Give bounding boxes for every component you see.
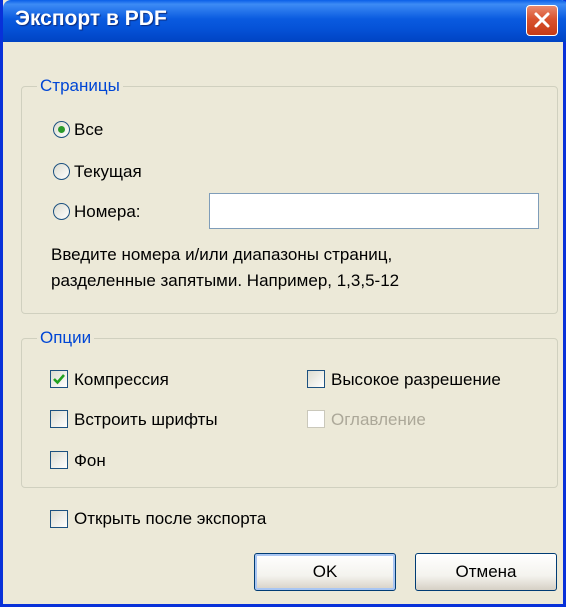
pages-group-legend: Страницы	[37, 76, 123, 96]
high-resolution-checkbox[interactable]	[307, 370, 325, 388]
embed-fonts-checkbox[interactable]	[50, 410, 68, 428]
close-button[interactable]	[526, 5, 558, 36]
radio-all[interactable]	[53, 121, 70, 138]
radio-selected-dot	[58, 126, 65, 133]
window-title: Экспорт в PDF	[15, 7, 167, 30]
compression-label[interactable]: Компрессия	[74, 370, 169, 390]
compression-checkbox[interactable]	[50, 370, 68, 388]
cancel-button[interactable]: Отмена	[415, 553, 557, 591]
radio-numbers-label[interactable]: Номера:	[74, 202, 141, 222]
toc-checkbox	[307, 410, 325, 428]
background-label[interactable]: Фон	[74, 451, 106, 471]
title-bar[interactable]: Экспорт в PDF	[3, 0, 566, 42]
close-icon	[534, 12, 550, 28]
ok-button[interactable]: OK	[254, 553, 396, 591]
high-resolution-label[interactable]: Высокое разрешение	[331, 370, 501, 390]
radio-current[interactable]	[53, 163, 70, 180]
toc-label: Оглавление	[331, 410, 426, 429]
background-checkbox[interactable]	[50, 451, 68, 469]
radio-numbers[interactable]	[53, 203, 70, 220]
radio-current-label[interactable]: Текущая	[74, 162, 142, 182]
options-group-legend: Опции	[37, 328, 95, 348]
open-after-export-label[interactable]: Открыть после экспорта	[74, 509, 266, 529]
open-after-export-checkbox[interactable]	[50, 510, 68, 528]
embed-fonts-label[interactable]: Встроить шрифты	[74, 410, 218, 430]
export-pdf-dialog: Экспорт в PDF Страницы Все Текущая Номер…	[0, 0, 566, 607]
checkmark-icon	[53, 374, 65, 385]
radio-all-label[interactable]: Все	[74, 120, 103, 140]
page-numbers-input[interactable]	[209, 193, 539, 229]
page-hint-line-2: разделенные запятыми. Например, 1,3,5-12	[51, 271, 400, 290]
page-hint-line-1: Введите номера и/или диапазоны страниц,	[51, 245, 393, 264]
